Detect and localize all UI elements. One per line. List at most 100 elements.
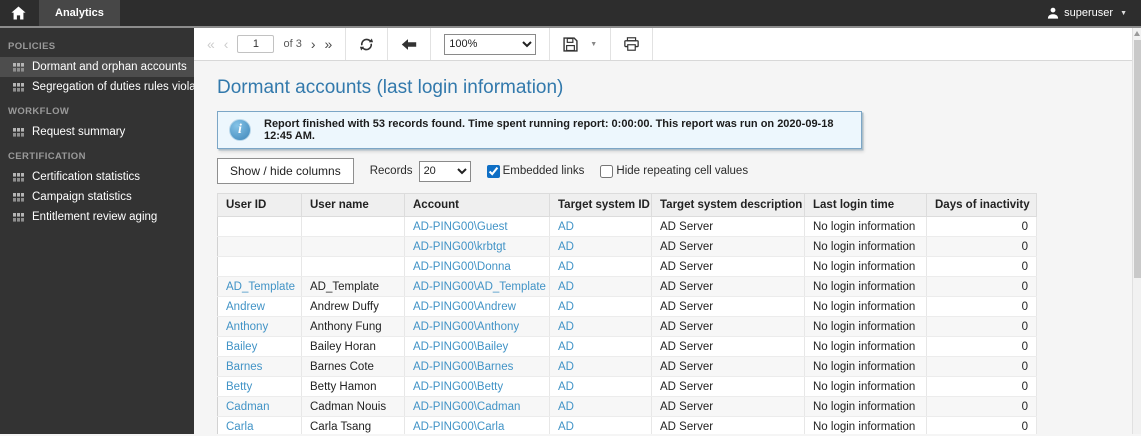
cell-account: AD-PING00\AD_Template: [404, 276, 550, 297]
cell-account-link[interactable]: AD-PING00\Cadman: [413, 401, 520, 413]
cell-account-link[interactable]: AD-PING00\Betty: [413, 381, 503, 393]
report-table-body: AD-PING00\Guest AD AD Server No login infor…: [217, 216, 1037, 434]
cell-user-id-link[interactable]: Andrew: [226, 301, 265, 313]
scrollbar-thumb[interactable]: [1134, 40, 1141, 278]
sidebar-item-label: Entitlement review aging: [32, 211, 158, 223]
sidebar-item-label: Request summary: [32, 126, 126, 138]
cell-last-login-time: No login information: [804, 416, 927, 434]
vertical-scrollbar[interactable]: [1132, 28, 1141, 434]
cell-account-link[interactable]: AD-PING00\krbtgt: [413, 241, 506, 253]
cell-user-id: Betty: [217, 376, 302, 397]
next-page-button[interactable]: ›: [311, 37, 316, 51]
scrollbar-up-arrow-icon[interactable]: [1134, 31, 1140, 36]
cell-account: AD-PING00\Carla: [404, 416, 550, 434]
user-menu[interactable]: superuser ▼: [1047, 0, 1141, 26]
show-hide-columns-button[interactable]: Show / hide columns: [217, 158, 354, 184]
cell-days-of-inactivity: 0: [926, 356, 1037, 377]
column-header-user-id[interactable]: User ID: [217, 193, 302, 217]
cell-target-system-id-link[interactable]: AD: [558, 221, 574, 233]
sidebar-item-certification-statistics[interactable]: Certification statistics: [0, 167, 194, 187]
column-header-target-system-description[interactable]: Target system description: [651, 193, 805, 217]
cell-user-id-link[interactable]: Bailey: [226, 341, 257, 353]
cell-target-system-description: AD Server: [651, 276, 805, 297]
print-icon[interactable]: [624, 37, 640, 51]
table-row: Andrew Andrew Duffy AD-PING00\Andrew AD AD S…: [217, 296, 1037, 317]
sidebar-item-entitlement-review-aging[interactable]: Entitlement review aging: [0, 207, 194, 227]
tab-analytics-label: Analytics: [55, 7, 104, 19]
cell-target-system-id-link[interactable]: AD: [558, 381, 574, 393]
zoom-group: 100%: [431, 28, 551, 60]
embedded-links-checkbox[interactable]: [486, 164, 500, 178]
cell-last-login-time: No login information: [804, 216, 927, 237]
cell-user-id-link[interactable]: Barnes: [226, 361, 262, 373]
tab-analytics[interactable]: Analytics: [39, 0, 120, 26]
cell-account: AD-PING00\Betty: [404, 376, 550, 397]
cell-target-system-id-link[interactable]: AD: [558, 401, 574, 413]
cell-target-system-id-link[interactable]: AD: [558, 361, 574, 373]
refresh-icon[interactable]: [359, 37, 374, 52]
cell-target-system-id-link[interactable]: AD: [558, 301, 574, 313]
save-caret-down-icon[interactable]: ▼: [590, 41, 597, 48]
cell-target-system-id-link[interactable]: AD: [558, 241, 574, 253]
hide-repeating-checkbox[interactable]: [600, 164, 614, 178]
save-icon[interactable]: [563, 36, 578, 52]
column-header-user-name[interactable]: User name: [301, 193, 405, 217]
cell-user-name: Anthony Fung: [301, 316, 405, 337]
cell-user-id: [217, 236, 302, 257]
cell-user-id-link[interactable]: Carla: [226, 421, 253, 433]
cell-user-id-link[interactable]: AD_Template: [226, 281, 295, 293]
sidebar-item-segregation-of-duties-rules-viola[interactable]: Segregation of duties rules viola...: [0, 77, 194, 97]
cell-user-name: [301, 256, 405, 277]
cell-account-link[interactable]: AD-PING00\Anthony: [413, 321, 519, 333]
print-group: [611, 28, 654, 60]
cell-target-system-id-link[interactable]: AD: [558, 281, 574, 293]
cell-target-system-id: AD: [549, 356, 652, 377]
cell-target-system-description: AD Server: [651, 296, 805, 317]
cell-account-link[interactable]: AD-PING00\Guest: [413, 221, 508, 233]
report-grid-icon: [13, 82, 24, 92]
report-grid-icon: [13, 62, 24, 72]
column-header-account[interactable]: Account: [404, 193, 550, 217]
cell-target-system-id-link[interactable]: AD: [558, 261, 574, 273]
sidebar-item-dormant-and-orphan-accounts[interactable]: Dormant and orphan accounts: [0, 57, 194, 77]
first-page-button[interactable]: «: [207, 37, 215, 51]
table-row: Betty Betty Hamon AD-PING00\Betty AD AD Serv…: [217, 376, 1037, 397]
cell-user-id-link[interactable]: Cadman: [226, 401, 269, 413]
cell-days-of-inactivity: 0: [926, 396, 1037, 417]
cell-target-system-id-link[interactable]: AD: [558, 421, 574, 433]
back-arrow-icon[interactable]: [401, 38, 417, 51]
cell-account-link[interactable]: AD-PING00\Donna: [413, 261, 511, 273]
page-total-label: of 3: [283, 38, 302, 50]
cell-last-login-time: No login information: [804, 276, 927, 297]
cell-account-link[interactable]: AD-PING00\Carla: [413, 421, 504, 433]
last-page-button[interactable]: »: [325, 37, 333, 51]
home-button[interactable]: [0, 0, 36, 26]
sidebar-item-campaign-statistics[interactable]: Campaign statistics: [0, 187, 194, 207]
column-header-last-login-time[interactable]: Last login time: [804, 193, 927, 217]
column-header-days-of-inactivity[interactable]: Days of inactivity: [926, 193, 1037, 217]
zoom-select[interactable]: 100%: [444, 33, 537, 55]
cell-target-system-id-link[interactable]: AD: [558, 321, 574, 333]
report-grid-icon: [13, 192, 24, 202]
cell-days-of-inactivity: 0: [926, 256, 1037, 277]
cell-account-link[interactable]: AD-PING00\Andrew: [413, 301, 516, 313]
page-number-input[interactable]: [237, 35, 275, 53]
records-select[interactable]: 20: [418, 160, 471, 182]
column-header-target-system-id[interactable]: Target system ID: [549, 193, 652, 217]
cell-user-id-link[interactable]: Anthony: [226, 321, 268, 333]
cell-last-login-time: No login information: [804, 256, 927, 277]
cell-account-link[interactable]: AD-PING00\AD_Template: [413, 281, 546, 293]
cell-user-name: Bailey Horan: [301, 336, 405, 357]
report-grid-icon: [13, 127, 24, 137]
cell-user-name: [301, 236, 405, 257]
table-row: Bailey Bailey Horan AD-PING00\Bailey AD AD S…: [217, 336, 1037, 357]
top-bar: Analytics superuser ▼: [0, 0, 1141, 28]
cell-target-system-id: AD: [549, 276, 652, 297]
cell-target-system-id: AD: [549, 336, 652, 357]
sidebar-item-request-summary[interactable]: Request summary: [0, 122, 194, 142]
cell-target-system-id-link[interactable]: AD: [558, 341, 574, 353]
cell-user-id-link[interactable]: Betty: [226, 381, 252, 393]
previous-page-button[interactable]: ‹: [224, 37, 229, 51]
cell-account-link[interactable]: AD-PING00\Barnes: [413, 361, 513, 373]
cell-account-link[interactable]: AD-PING00\Bailey: [413, 341, 508, 353]
